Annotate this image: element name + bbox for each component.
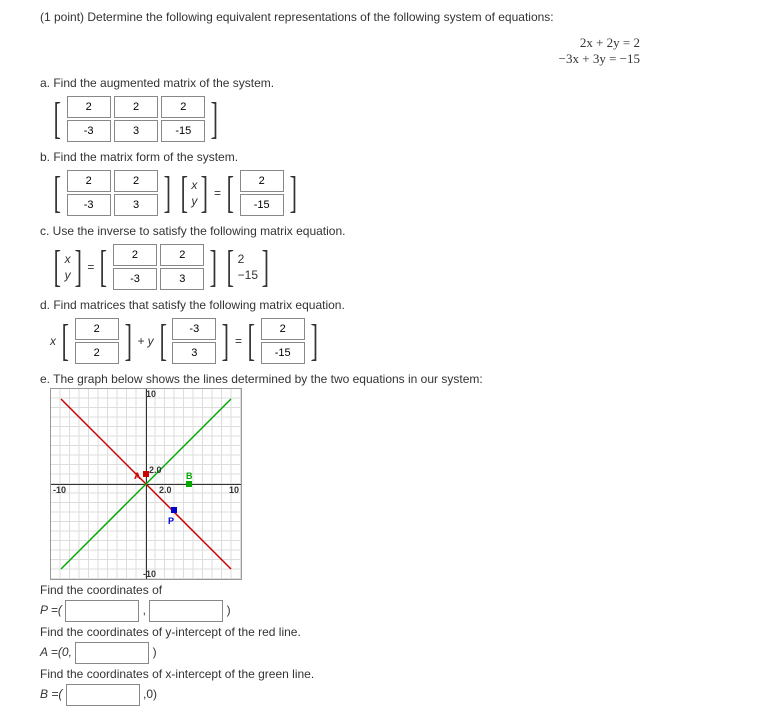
inv-m22[interactable] xyxy=(160,268,204,290)
bracket-right: ] xyxy=(124,321,131,361)
equals-sign: = xyxy=(214,186,221,200)
aug-m22[interactable] xyxy=(114,120,158,142)
var-y: y xyxy=(191,194,197,208)
bracket-right: ] xyxy=(164,173,171,213)
bracket-right: ] xyxy=(210,247,217,287)
var-y: y xyxy=(65,268,71,282)
equals-sign: = xyxy=(235,334,242,348)
equation-2: −3x + 3y = −15 xyxy=(559,51,640,67)
find-coords-label: Find the coordinates of xyxy=(40,583,740,597)
b-x-input[interactable] xyxy=(66,684,140,706)
bracket-left: [ xyxy=(159,321,166,361)
mf-m12[interactable] xyxy=(114,170,158,192)
zero-paren: ,0) xyxy=(143,687,157,701)
var-x: x xyxy=(191,178,197,192)
bracket-left: [ xyxy=(54,173,61,213)
bracket-left: [ xyxy=(54,99,61,139)
var-x: x xyxy=(65,252,71,266)
aug-m23[interactable] xyxy=(161,120,205,142)
point-a-label: A xyxy=(134,471,141,481)
axis-label-left: -10 xyxy=(53,485,66,495)
bracket-right: ] xyxy=(201,173,208,213)
bracket-right: ] xyxy=(211,99,218,139)
part-a-label: a. Find the augmented matrix of the syst… xyxy=(40,76,740,90)
axis-label-bottom: -10 xyxy=(143,569,156,579)
inv-m11[interactable] xyxy=(113,244,157,266)
equation-system: 2x + 2y = 2 −3x + 3y = −15 xyxy=(559,35,640,67)
mf-r2[interactable] xyxy=(240,194,284,216)
point-b-label: B xyxy=(186,471,193,481)
p-y-input[interactable] xyxy=(149,600,223,622)
bracket-left: [ xyxy=(248,321,255,361)
origin-label-b: 2.0 xyxy=(159,485,172,495)
equation-1: 2x + 2y = 2 xyxy=(559,35,640,51)
point-b-marker xyxy=(186,481,192,487)
a-y-input[interactable] xyxy=(75,642,149,664)
d-l1[interactable] xyxy=(75,318,119,340)
part-e-label: e. The graph below shows the lines deter… xyxy=(40,372,740,386)
d-res1[interactable] xyxy=(261,318,305,340)
axis-label-right: 10 xyxy=(229,485,239,495)
matrices-equation: x [ ] + y [ ] = [ ] xyxy=(50,316,740,366)
bracket-left: [ xyxy=(100,247,107,287)
comma: , xyxy=(143,603,146,617)
inv-m21[interactable] xyxy=(113,268,157,290)
aug-m12[interactable] xyxy=(114,96,158,118)
close-paren: ) xyxy=(227,603,231,617)
bracket-left: [ xyxy=(54,247,61,287)
bracket-left: [ xyxy=(180,173,187,213)
p-x-input[interactable] xyxy=(65,600,139,622)
inv-r2: −15 xyxy=(238,268,258,282)
mf-m22[interactable] xyxy=(114,194,158,216)
bracket-right: ] xyxy=(310,321,317,361)
bracket-left: [ xyxy=(227,247,234,287)
bracket-right: ] xyxy=(74,247,81,287)
matrix-form: [ ] [ x y ] = [ ] xyxy=(50,168,740,218)
bracket-left: [ xyxy=(62,321,69,361)
d-r11[interactable] xyxy=(172,318,216,340)
green-line-label: Find the coordinates of x-intercept of t… xyxy=(40,667,740,681)
point-p-label: P xyxy=(168,516,174,526)
mf-m21[interactable] xyxy=(67,194,111,216)
part-c-label: c. Use the inverse to satisfy the follow… xyxy=(40,224,740,238)
aug-m11[interactable] xyxy=(67,96,111,118)
point-p-marker xyxy=(171,507,177,513)
aug-m13[interactable] xyxy=(161,96,205,118)
d-res2[interactable] xyxy=(261,342,305,364)
d-r12[interactable] xyxy=(172,342,216,364)
plus-y: + y xyxy=(137,334,153,348)
var-x: x xyxy=(50,334,56,348)
bracket-right: ] xyxy=(262,247,269,287)
part-b-label: b. Find the matrix form of the system. xyxy=(40,150,740,164)
axis-label-top: 10 xyxy=(146,389,156,399)
graph: 10 -10 10 -10 2.0 2.0 A B P xyxy=(50,388,242,580)
problem-statement: (1 point) Determine the following equiva… xyxy=(40,10,740,24)
bracket-left: [ xyxy=(227,173,234,213)
mf-r1[interactable] xyxy=(240,170,284,192)
inverse-equation: [ x y ] = [ ] [ 2 −15 ] xyxy=(50,242,740,292)
part-d-label: d. Find matrices that satisfy the follow… xyxy=(40,298,740,312)
close-paren: ) xyxy=(153,645,157,659)
d-l2[interactable] xyxy=(75,342,119,364)
mf-m11[interactable] xyxy=(67,170,111,192)
inv-m12[interactable] xyxy=(160,244,204,266)
augmented-matrix: [ ] xyxy=(50,94,740,144)
equals-sign: = xyxy=(87,260,94,274)
red-line-label: Find the coordinates of y-intercept of t… xyxy=(40,625,740,639)
aug-m21[interactable] xyxy=(67,120,111,142)
origin-label-a: 2.0 xyxy=(149,465,162,475)
bracket-right: ] xyxy=(289,173,296,213)
b-equals: B =( xyxy=(40,687,62,701)
a-equals: A =(0, xyxy=(40,645,72,659)
bracket-right: ] xyxy=(222,321,229,361)
p-equals: P =( xyxy=(40,603,62,617)
inv-r1: 2 xyxy=(238,252,245,266)
